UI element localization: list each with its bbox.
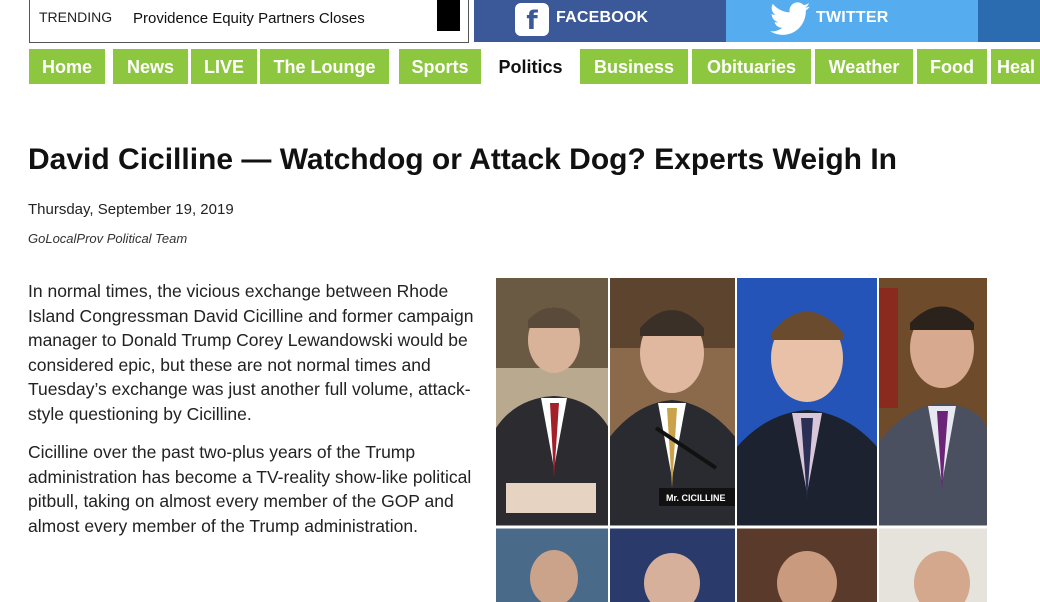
- article-author: GoLocalProv Political Team: [28, 231, 188, 246]
- nav-item-home[interactable]: Home: [29, 49, 105, 84]
- article-photo-collage[interactable]: Mr. CICILLINE: [496, 278, 987, 602]
- nav-item-news[interactable]: News: [113, 49, 188, 84]
- nav-item-business[interactable]: Business: [580, 49, 688, 84]
- photo-collage-graphic: Mr. CICILLINE: [496, 278, 987, 602]
- ticker-control[interactable]: [437, 0, 460, 31]
- facebook-share-button[interactable]: f FACEBOOK: [474, 0, 726, 42]
- article-paragraph: In normal times, the vicious exchange be…: [28, 281, 474, 424]
- trending-label: TRENDING: [39, 9, 113, 25]
- nav-item-obituaries[interactable]: Obituaries: [692, 49, 811, 84]
- trending-ticker[interactable]: TRENDING Providence Equity Partners Clos…: [29, 0, 469, 43]
- nav-item-food[interactable]: Food: [917, 49, 987, 84]
- name-plate-text: Mr. CICILLINE: [666, 493, 726, 503]
- main-nav: Home News LIVE The Lounge Sports Politic…: [29, 49, 1040, 84]
- twitter-bird-icon: [770, 2, 810, 35]
- twitter-share-button[interactable]: TWITTER: [726, 0, 978, 42]
- article-headline: David Cicilline — Watchdog or Attack Dog…: [28, 143, 897, 176]
- facebook-label: FACEBOOK: [556, 9, 649, 26]
- nav-item-health[interactable]: Heal: [991, 49, 1040, 84]
- article-body: In normal times, the vicious exchange be…: [28, 279, 483, 552]
- nav-item-politics[interactable]: Politics: [484, 49, 577, 84]
- nav-item-sports[interactable]: Sports: [399, 49, 481, 84]
- facebook-icon: f: [515, 3, 549, 36]
- article-paragraph: Cicilline over the past two-plus years o…: [28, 442, 472, 536]
- nav-item-the-lounge[interactable]: The Lounge: [260, 49, 389, 84]
- trending-headline-link[interactable]: Providence Equity Partners Closes: [133, 10, 365, 27]
- top-bar: TRENDING Providence Equity Partners Clos…: [0, 0, 1040, 44]
- share-button-overflow[interactable]: [978, 0, 1040, 42]
- twitter-label: TWITTER: [816, 9, 889, 26]
- nav-item-live[interactable]: LIVE: [191, 49, 257, 84]
- nav-item-weather[interactable]: Weather: [815, 49, 913, 84]
- article-date: Thursday, September 19, 2019: [28, 201, 234, 218]
